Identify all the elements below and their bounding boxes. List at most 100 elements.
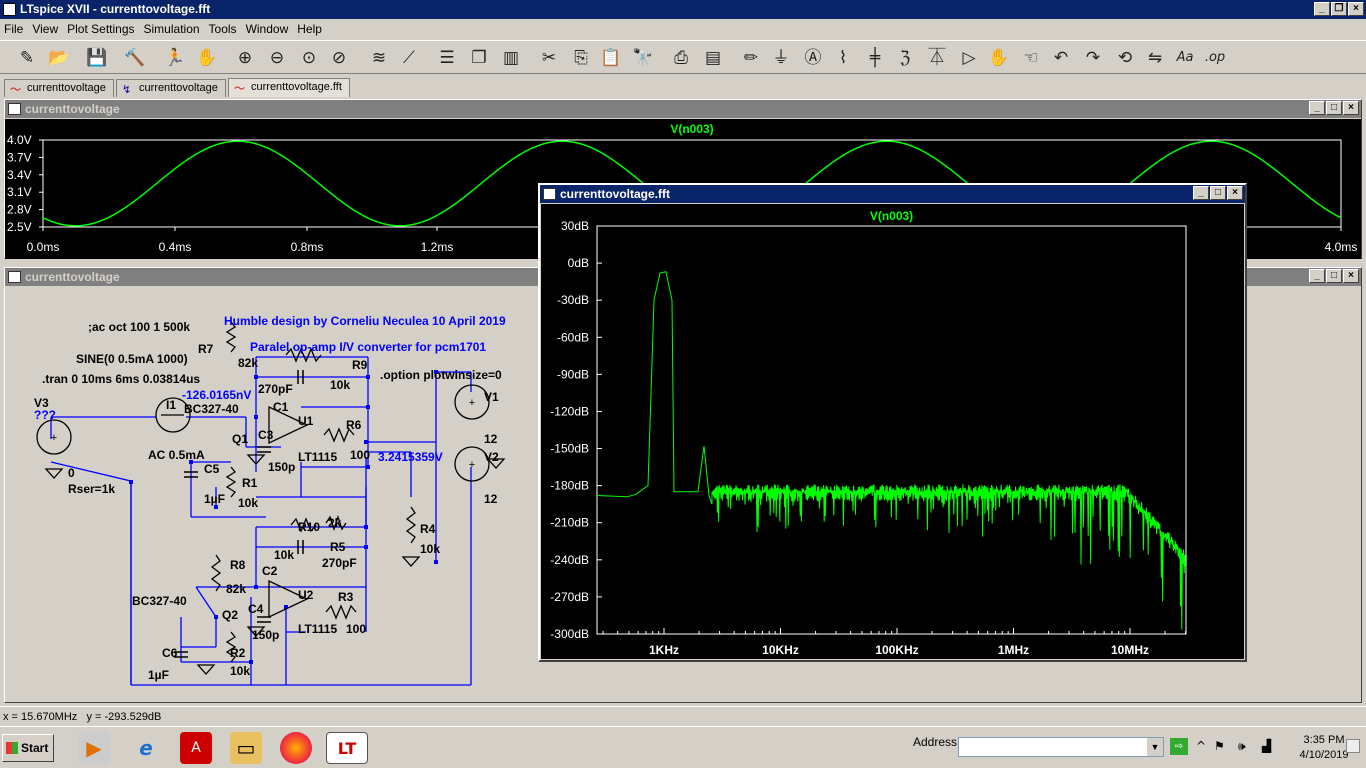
paste-icon[interactable]: 📋 xyxy=(598,46,624,70)
start-button[interactable]: Start xyxy=(2,734,54,762)
file-explorer-icon[interactable]: ▭ xyxy=(230,732,262,764)
restore-button[interactable]: ❐ xyxy=(1331,2,1347,16)
halt-icon[interactable]: ✋ xyxy=(194,46,220,70)
find-icon[interactable]: 🔭 xyxy=(630,46,656,70)
schematic-label-bc2: BC327-40 xyxy=(132,594,187,608)
ltspice-icon[interactable]: LT xyxy=(326,732,368,764)
window-minimize-button[interactable]: _ xyxy=(1309,269,1325,283)
diode-icon[interactable]: ⏄ xyxy=(924,46,950,70)
cascade-icon[interactable]: ❐ xyxy=(466,46,492,70)
menu-help[interactable]: Help xyxy=(297,22,322,36)
status-bar: x = 15.670MHz y = -293.529dB xyxy=(0,706,1366,726)
plot-settings-icon[interactable]: ⟋ xyxy=(396,46,422,70)
window-icon xyxy=(543,188,556,200)
junction-dot xyxy=(366,465,370,469)
autorange-icon[interactable]: ≋ xyxy=(366,46,392,70)
new-schematic-icon[interactable]: ✎ xyxy=(14,46,40,70)
spice-directive-icon[interactable]: .op xyxy=(1202,46,1228,70)
print-setup-icon[interactable]: ▤ xyxy=(700,46,726,70)
tile-horizontal-icon[interactable]: ☰ xyxy=(434,46,460,70)
copy-icon[interactable]: ⎘ xyxy=(568,46,594,70)
chevron-down-icon[interactable]: ▼ xyxy=(1147,738,1163,756)
window-maximize-button[interactable]: □ xyxy=(1326,269,1342,283)
x-tick-label: 1MHz xyxy=(998,643,1029,657)
waveform-window-title-bar[interactable]: currenttovoltage _ □ × xyxy=(5,100,1361,118)
close-button[interactable]: × xyxy=(1348,2,1364,16)
control-panel-icon[interactable]: 🔨 xyxy=(122,46,148,70)
wire-icon[interactable]: ✏ xyxy=(738,46,764,70)
move-icon[interactable]: ✋ xyxy=(986,46,1012,70)
resistor-icon[interactable]: ⌇ xyxy=(830,46,856,70)
y-tick-label: -120dB xyxy=(550,404,589,418)
junction-dot xyxy=(129,480,133,484)
notification-icon[interactable] xyxy=(1346,739,1360,753)
media-player-icon[interactable]: ▶ xyxy=(78,732,110,764)
tab-label: currenttovoltage xyxy=(27,82,106,94)
window-maximize-button[interactable]: □ xyxy=(1210,186,1226,200)
undo-icon[interactable]: ↶ xyxy=(1048,46,1074,70)
window-close-button[interactable]: × xyxy=(1343,269,1359,283)
window-maximize-button[interactable]: □ xyxy=(1326,101,1342,115)
drag-icon[interactable]: ☜ xyxy=(1018,46,1044,70)
tab-waveform[interactable]: 〜 currenttovoltage xyxy=(4,79,114,97)
window-minimize-button[interactable]: _ xyxy=(1309,101,1325,115)
zoom-in-icon[interactable]: ⊕ xyxy=(232,46,258,70)
schematic-label-82k2: 82k xyxy=(226,582,246,596)
zoom-fit-icon[interactable]: ⊙ xyxy=(296,46,322,70)
fft-plot[interactable]: V(n003) 30dB 0dB -30dB -60dB -90dB -120dB -150d… xyxy=(541,204,1244,659)
junction-dot xyxy=(214,615,218,619)
capacitor-icon[interactable]: ╪ xyxy=(862,46,888,70)
acrobat-icon[interactable]: A xyxy=(180,732,212,764)
fft-window-title-bar[interactable]: currenttovoltage.fft _ □ × xyxy=(540,185,1245,203)
schematic-label-10k1: 10k xyxy=(330,378,350,392)
speaker-icon[interactable]: 🕪 xyxy=(1238,739,1246,754)
menu-window[interactable]: Window xyxy=(246,22,289,36)
schematic-label-r9: R9 xyxy=(352,358,368,372)
menu-simulation[interactable]: Simulation xyxy=(144,22,200,36)
tray-flag-icon[interactable]: ⚑ xyxy=(1214,739,1225,753)
fft-window[interactable]: currenttovoltage.fft _ □ × V(n003) 30dB 0d… xyxy=(538,183,1247,662)
schematic-label-r2: R2 xyxy=(230,646,246,660)
schematic-label-r1: R1 xyxy=(242,476,258,490)
menu-plot-settings[interactable]: Plot Settings xyxy=(67,22,134,36)
menu-tools[interactable]: Tools xyxy=(209,22,237,36)
window-close-button[interactable]: × xyxy=(1343,101,1359,115)
schematic-label-r8: R8 xyxy=(230,558,246,572)
component-icon[interactable]: ▷ xyxy=(956,46,982,70)
schematic-label-270a: 270pF xyxy=(258,382,293,396)
network-icon[interactable]: ▟ xyxy=(1262,739,1271,753)
tile-vertical-icon[interactable]: ▥ xyxy=(498,46,524,70)
ground-icon[interactable]: ⏚ xyxy=(768,46,794,70)
label-icon[interactable]: Ⓐ xyxy=(800,46,826,70)
minimize-button[interactable]: _ xyxy=(1314,2,1330,16)
tab-schematic[interactable]: ↯ currenttovoltage xyxy=(116,79,226,97)
y-tick-label: 3.7V xyxy=(7,150,32,164)
go-icon[interactable]: ⇨ xyxy=(1170,738,1188,755)
address-input[interactable]: ▼ xyxy=(958,737,1164,757)
menu-view[interactable]: View xyxy=(32,22,58,36)
inductor-icon[interactable]: ℨ xyxy=(892,46,918,70)
window-minimize-button[interactable]: _ xyxy=(1193,186,1209,200)
zoom-out-icon[interactable]: ⊖ xyxy=(264,46,290,70)
mirror-icon[interactable]: ⇋ xyxy=(1142,46,1168,70)
schematic-label-10k5: 10k xyxy=(230,664,250,678)
cut-icon[interactable]: ✂ xyxy=(536,46,562,70)
tray-chevron-icon[interactable]: ^ xyxy=(1196,739,1206,753)
window-close-button[interactable]: × xyxy=(1227,186,1243,200)
run-icon[interactable]: 🏃 xyxy=(162,46,188,70)
internet-explorer-icon[interactable]: e xyxy=(130,732,162,764)
firefox-icon[interactable] xyxy=(280,732,312,764)
schematic-label-10k2: 10k xyxy=(238,496,258,510)
open-icon[interactable]: 📂 xyxy=(46,46,72,70)
schematic-label-2k: 2k xyxy=(328,516,342,530)
y-tick-label: -270dB xyxy=(550,590,589,604)
rotate-icon[interactable]: ⟲ xyxy=(1112,46,1138,70)
zoom-cancel-icon[interactable]: ⊘ xyxy=(326,46,352,70)
menu-file[interactable]: File xyxy=(4,22,23,36)
redo-icon[interactable]: ↷ xyxy=(1080,46,1106,70)
tab-fft[interactable]: 〜 currenttovoltage.fft xyxy=(228,78,350,97)
print-icon[interactable]: ⎙ xyxy=(668,46,694,70)
save-icon[interactable]: 💾 xyxy=(84,46,110,70)
schematic-label-10k4: 10k xyxy=(420,542,440,556)
text-icon[interactable]: Aa xyxy=(1172,46,1198,70)
